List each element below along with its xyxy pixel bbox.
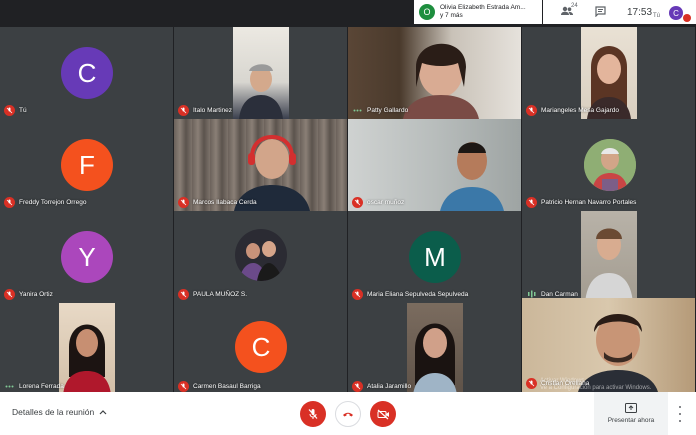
participant-name: Atalia Jaramillo [367,382,412,390]
more-dot [678,406,682,409]
participant-name: oscar muñoz [367,198,405,206]
mic-off-icon [352,380,363,392]
more-dot [678,412,682,416]
speaking-icon [4,381,15,392]
mic-off-icon [352,288,363,300]
present-now-button[interactable]: Presentar ahora [594,392,668,435]
participant-tile-patty[interactable]: Patty Gallardo [348,27,521,119]
self-preview[interactable]: Tú C [653,4,693,24]
bottom-bar: Detalles de la reunión Presentar ahora [0,392,696,435]
hang-up-icon [343,412,353,417]
participant-name: Mariangeles Mesa Gajardo [541,106,620,114]
avatar: C [61,47,113,99]
presenter-more: y 7 más [440,12,463,19]
speaking-icon [352,105,363,116]
participant-name: Freddy Torrejon Orrego [19,198,87,206]
video-feed [233,27,289,119]
participant-tile-maria-eliana[interactable]: M Maria Eliana Sepulveda Sepulveda [348,211,521,303]
mic-off-icon [4,104,15,116]
participant-tile-oscar[interactable]: oscar muñoz [348,119,521,211]
participants-count: 24 [571,3,578,9]
presenter-avatar: O [419,4,435,20]
leave-call-button[interactable] [335,401,361,427]
presenter-name: Olivia Elizabeth Estrada Am... [440,4,526,11]
participants-button[interactable]: 24 [559,0,581,24]
avatar: F [61,139,113,191]
participant-name: Carmen Basaul Barriga [193,382,261,390]
mic-off-icon [352,196,363,208]
avatar: M [409,231,461,283]
mic-toggle-button[interactable] [300,401,326,427]
camera-toggle-button[interactable] [370,401,396,427]
windows-activation-watermark: Activar Windows Ve a Configuración para … [540,378,651,392]
participant-name: Italo Martinez [193,106,233,114]
more-dot [678,419,682,422]
present-now-label: Presentar ahora [607,417,655,424]
watermark-line-1: Activar Windows [540,378,585,384]
avatar: C [235,321,287,373]
participant-tile-you[interactable]: C Tú [0,27,173,119]
top-right-panel: 24 17:53 Tú C [543,0,696,24]
clock: 17:53 [627,6,653,18]
meeting-details-button[interactable]: Detalles de la reunión [12,407,107,417]
mic-off-icon [526,377,537,389]
mic-off-icon [4,288,15,300]
participant-name: Patty Gallardo [367,106,409,114]
participant-name: Lorena Ferrada [19,382,64,390]
presenter-names: Olivia Elizabeth Estrada Am... y 7 más [440,4,540,20]
participant-tile-dan[interactable]: Dan Carman [522,211,695,303]
mic-off-icon [178,288,189,300]
meeting-details-label: Detalles de la reunión [12,407,95,417]
mic-off-icon [526,104,537,116]
chevron-up-icon [99,410,107,415]
participant-tile-mariangeles[interactable]: Mariangeles Mesa Gajardo [522,27,695,119]
participant-name: Patricio Hernan Navarro Portales [541,198,637,206]
avatar-photo [584,139,636,191]
chat-icon [595,6,606,17]
video-feed [407,303,463,395]
participant-tile-italo[interactable]: Italo Martinez [174,27,347,119]
participant-tile-carmen[interactable]: C Carmen Basaul Barriga [174,303,347,395]
mic-off-icon [178,104,189,116]
presenter-chip[interactable]: O Olivia Elizabeth Estrada Am... y 7 más [414,0,542,24]
participant-name: Yanira Ortiz [19,290,53,298]
participant-name: Tú [19,106,27,114]
participant-name: Maria Eliana Sepulveda Sepulveda [367,290,469,298]
participant-tile-yanira[interactable]: Y Yanira Ortiz [0,211,173,303]
mic-off-icon [178,380,189,392]
mic-off-icon [308,409,318,419]
video-feed [581,211,637,303]
video-feed [59,303,115,395]
mic-off-icon [526,196,537,208]
camera-off-icon [377,409,389,419]
more-options-button[interactable] [676,406,684,422]
present-screen-icon [625,403,637,413]
participant-tile-atalia[interactable]: Atalia Jaramillo [348,303,521,395]
self-avatar: C [669,6,683,20]
participant-name: Marcos Ilabaca Cerda [193,198,257,206]
avatar: Y [61,231,113,283]
participant-tile-marcos[interactable]: Marcos Ilabaca Cerda [174,119,347,211]
mic-off-icon [178,196,189,208]
self-label: Tú [653,13,661,19]
participant-tile-patricio[interactable]: Patricio Hernan Navarro Portales [522,119,695,211]
meet-window: O Olivia Elizabeth Estrada Am... y 7 más… [0,0,696,435]
self-muted-icon [683,14,691,22]
mic-off-icon [4,196,15,208]
chat-button[interactable] [591,0,611,24]
watermark-line-2: Ve a Configuración para activar Windows. [540,385,652,391]
participant-tile-lorena[interactable]: Lorena Ferrada [0,303,173,395]
avatar-photo [235,229,287,281]
top-bar: O Olivia Elizabeth Estrada Am... y 7 más… [0,0,696,27]
participant-tile-paula[interactable]: PAULA MUÑOZ S. [174,211,347,303]
participant-name: Dan Carman [541,290,578,298]
participant-tile-freddy[interactable]: F Freddy Torrejon Orrego [0,119,173,211]
participant-name: PAULA MUÑOZ S. [193,290,248,298]
